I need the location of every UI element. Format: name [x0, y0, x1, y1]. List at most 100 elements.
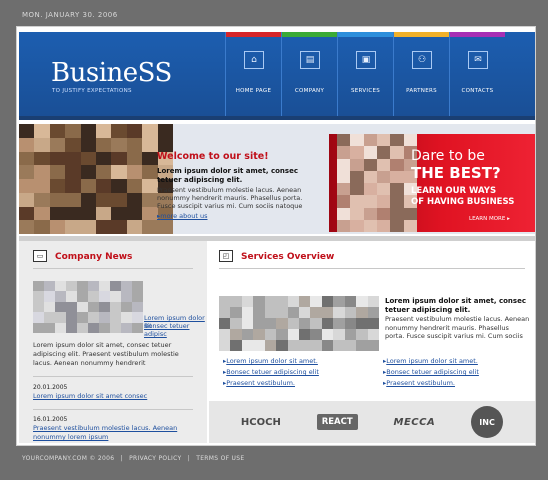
photo-pixel	[111, 220, 127, 234]
photo-pixel	[33, 301, 44, 313]
nav-item-services[interactable]: ▣ SERVICES	[337, 32, 393, 116]
photo-pixel	[33, 312, 44, 323]
services-list-item[interactable]: Praesent vestibulum.	[383, 378, 479, 389]
photo-pixel	[333, 340, 345, 351]
photo-pixel	[376, 207, 391, 220]
footer-terms-link[interactable]: TERMS OF USE	[196, 455, 244, 462]
photo-pixel	[299, 318, 311, 329]
partner-logo-hcoch[interactable]: HCOCH	[241, 417, 281, 428]
nav-label: CONTACTS	[461, 88, 494, 94]
photo-pixel	[49, 165, 66, 179]
promo-banner[interactable]: Dare to be THE BEST? LEARN OUR WAYS OF H…	[329, 134, 535, 232]
services-list-item[interactable]: Bonsec tetuer adipiscing elit	[223, 367, 319, 378]
brand-logo[interactable]: BusineSS	[51, 58, 172, 88]
services-list-item[interactable]: Lorem ipsum dolor sit amet.	[223, 356, 319, 367]
photo-pixel	[241, 318, 254, 329]
services-list-item[interactable]: Bonsec tetuer adipiscing elit	[383, 367, 479, 378]
photo-pixel	[110, 322, 121, 333]
photo-pixel	[390, 158, 404, 171]
nav-item-partners[interactable]: ⚇ PARTNERS	[393, 32, 449, 116]
main-nav: ⌂ HOME PAGE ▤ COMPANY ▣ SERVICES ⚇ PARTNERS ✉ CON…	[225, 32, 505, 116]
photo-pixel	[403, 219, 417, 232]
nav-item-company[interactable]: ▤ COMPANY	[281, 32, 337, 116]
nav-label: SERVICES	[350, 88, 381, 94]
photo-pixel	[77, 301, 88, 313]
photo-pixel	[350, 134, 364, 147]
services-list-item[interactable]: Lorem ipsum dolor sit amet.	[383, 356, 479, 367]
photo-pixel	[88, 291, 99, 302]
photo-pixel	[126, 206, 143, 221]
photo-pixel	[126, 179, 143, 193]
news-rule	[33, 376, 193, 377]
photo-pixel	[88, 301, 99, 313]
photo-pixel	[34, 206, 50, 221]
photo-pixel	[34, 179, 50, 193]
partner-logo-inc[interactable]: INC	[471, 406, 504, 438]
promo-photo	[337, 134, 417, 232]
photo-pixel	[44, 322, 55, 333]
partners-icon: ⚇	[412, 51, 432, 69]
photo-pixel	[66, 301, 77, 313]
news-body: Lorem ipsum dolor sit amet, consec tetue…	[33, 341, 179, 367]
footer-privacy-link[interactable]: PRIVACY POLICY	[129, 455, 181, 462]
photo-pixel	[276, 296, 288, 307]
photo-pixel	[65, 124, 81, 138]
photo-pixel	[376, 146, 391, 159]
news-date: 20.01.2005	[33, 384, 68, 391]
photo-pixel	[121, 291, 132, 302]
news-item-link[interactable]: Praesent vestibulum molestie lacus. Aene…	[33, 424, 193, 442]
photo-pixel	[95, 137, 112, 152]
photo-pixel	[66, 281, 77, 292]
photo-pixel	[253, 329, 265, 340]
nav-item-contacts[interactable]: ✉ CONTACTS	[449, 32, 505, 116]
photo-pixel	[299, 307, 311, 318]
photo-pixel	[376, 170, 391, 183]
photo-pixel	[110, 291, 121, 302]
photo-pixel	[403, 134, 417, 147]
photo-pixel	[34, 151, 50, 166]
photo-pixel	[110, 281, 121, 292]
photo-pixel	[264, 340, 277, 351]
promo-question-line1: Dare to be	[411, 148, 485, 164]
photo-pixel	[66, 312, 77, 323]
photo-pixel	[219, 329, 231, 340]
photo-pixel	[337, 183, 351, 196]
photo-pixel	[287, 318, 299, 329]
photo-pixel	[111, 124, 127, 138]
services-list-item[interactable]: Praesent vestibulum.	[223, 378, 319, 389]
nav-item-home-page[interactable]: ⌂ HOME PAGE	[225, 32, 281, 116]
document-icon: ▤	[300, 51, 320, 69]
photo-pixel	[132, 322, 143, 333]
photo-pixel	[44, 312, 55, 323]
company-news-column: ▭ Company News Lorem ipsum dolor sit Bon…	[19, 241, 207, 443]
partner-logo-react[interactable]: REACT	[316, 414, 358, 430]
photo-pixel	[88, 322, 99, 333]
learn-more-link[interactable]: LEARN MORE	[469, 216, 510, 222]
photo-pixel	[99, 312, 110, 323]
news-item-link[interactable]: Lorem ipsum dolor sit amet consec	[33, 392, 193, 401]
services-list-right: Lorem ipsum dolor sit amet. Bonsec tetue…	[383, 356, 479, 389]
photo-pixel	[241, 329, 254, 340]
photo-pixel	[142, 124, 158, 138]
photo-pixel	[80, 137, 96, 152]
news-link-bonsec[interactable]: Bonsec tetuer adipisc	[144, 322, 207, 338]
photo-pixel	[95, 151, 112, 166]
photo-pixel	[157, 220, 173, 234]
photo-pixel	[121, 312, 132, 323]
photo-pixel	[333, 296, 345, 307]
photo-pixel	[142, 151, 158, 166]
photo-pixel	[299, 340, 311, 351]
partner-logo-mecca[interactable]: MECCA	[394, 417, 436, 428]
photo-pixel	[121, 281, 132, 292]
photo-pixel	[344, 296, 357, 307]
more-about-us-link[interactable]: more about us	[157, 212, 207, 220]
photo-pixel	[49, 179, 66, 193]
photo-pixel	[95, 220, 112, 234]
photo-pixel	[276, 340, 288, 351]
photo-pixel	[77, 322, 88, 333]
nav-label: HOME PAGE	[235, 88, 272, 94]
photo-pixel	[344, 340, 357, 351]
photo-pixel	[111, 165, 127, 179]
photo-pixel	[356, 296, 368, 307]
photo-pixel	[230, 318, 242, 329]
